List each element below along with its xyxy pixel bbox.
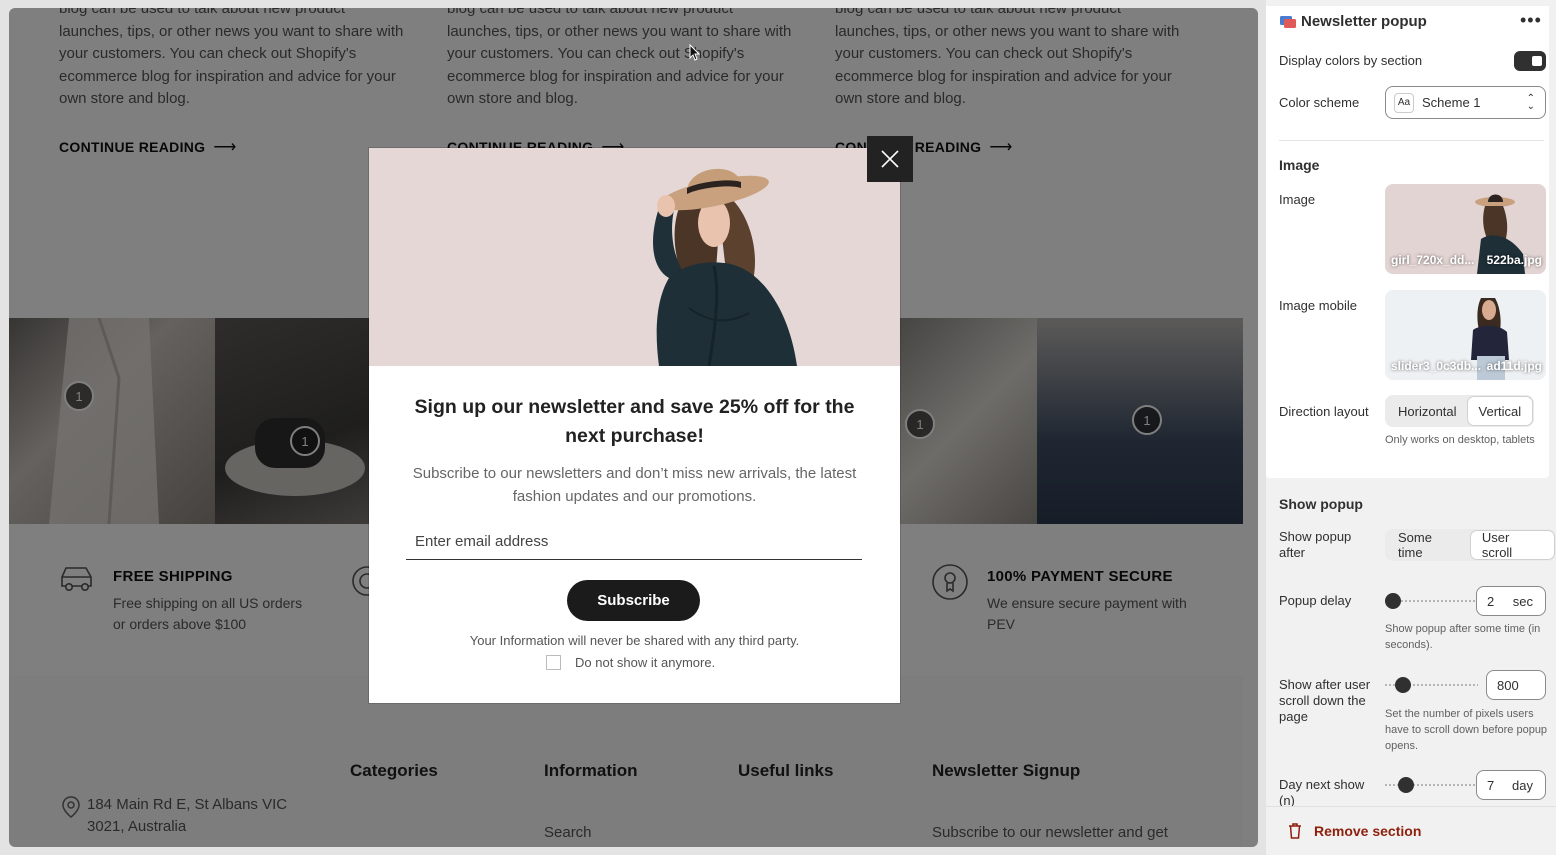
day-next-show-value: 7 (1487, 777, 1495, 793)
popup-title: Sign up our newsletter and save 25% off … (414, 396, 855, 447)
remove-section-button[interactable]: Remove section (1288, 823, 1421, 839)
privacy-note: Your Information will never be shared wi… (469, 633, 800, 648)
show-after-option-user-scroll[interactable]: User scroll (1470, 530, 1554, 560)
display-colors-toggle[interactable] (1514, 51, 1546, 71)
scroll-distance-label: Show after user scroll down the page (1279, 677, 1371, 724)
woman-with-hat-illustration (369, 148, 900, 366)
newsletter-popup: Sign up our newsletter and save 25% off … (369, 148, 900, 703)
popup-section-icon (1280, 16, 1296, 28)
subscribe-button[interactable]: Subscribe (567, 580, 700, 621)
show-popup-section-heading: Show popup (1279, 496, 1363, 512)
dont-show-option[interactable]: Do not show it anymore. (546, 655, 715, 670)
image-filename-start: girl_720x_dd... (1391, 253, 1475, 267)
show-after-option-some-time[interactable]: Some time (1387, 530, 1471, 560)
scroll-distance-input[interactable]: 800 (1486, 670, 1546, 700)
image-mobile-picker[interactable]: slider3_0c3db... ad11d.jpg (1385, 290, 1546, 380)
section-settings-panel: Newsletter popup ••• Display colors by s… (1266, 0, 1556, 855)
popup-delay-value: 2 (1487, 593, 1495, 609)
popup-delay-unit: sec (1512, 593, 1533, 609)
popup-close-button[interactable] (867, 136, 913, 182)
email-field-wrapper (406, 524, 862, 560)
dont-show-label: Do not show it anymore. (575, 655, 716, 670)
panel-title: Newsletter popup (1301, 13, 1427, 30)
scroll-distance-slider[interactable] (1385, 677, 1478, 693)
scroll-distance-hint: Set the number of pixels users have to s… (1385, 708, 1548, 752)
color-scheme-label: Color scheme (1279, 95, 1360, 110)
popup-delay-label: Popup delay (1279, 593, 1352, 608)
popup-subtitle: Subscribe to our newsletters and don’t m… (412, 465, 857, 505)
trash-icon (1289, 823, 1301, 839)
image-mobile-filename-end: ad11d.jpg (1486, 359, 1542, 373)
day-next-show-input[interactable]: 7 day (1476, 770, 1546, 800)
show-popup-after-label: Show popup after (1279, 529, 1352, 560)
scroll-distance-value: 800 (1497, 677, 1519, 693)
image-mobile-filename-start: slider3_0c3db... (1391, 359, 1482, 373)
slider-knob[interactable] (1398, 777, 1414, 793)
direction-layout-label: Direction layout (1279, 404, 1369, 419)
popup-delay-input[interactable]: 2 sec (1476, 586, 1546, 616)
color-scheme-select[interactable]: Aa Scheme 1 ⌃ ⌄ (1385, 86, 1546, 119)
select-arrows-icon: ⌃ ⌄ (1526, 92, 1535, 112)
settings-panel-card: Newsletter popup ••• Display colors by s… (1266, 6, 1549, 478)
show-popup-after-toggle: Some time User scroll (1385, 529, 1556, 561)
popup-delay-hint: Show popup after some time (in seconds). (1385, 623, 1541, 651)
image-section-heading: Image (1279, 157, 1320, 173)
image-label: Image (1279, 192, 1316, 207)
direction-option-horizontal[interactable]: Horizontal (1387, 397, 1468, 425)
mouse-cursor-icon (689, 44, 701, 61)
dont-show-checkbox[interactable] (546, 655, 561, 670)
image-mobile-label: Image mobile (1279, 298, 1358, 313)
panel-divider (1279, 140, 1544, 141)
color-scheme-swatch-icon: Aa (1394, 92, 1414, 113)
day-next-show-slider[interactable] (1385, 777, 1478, 793)
display-colors-label: Display colors by section (1279, 53, 1423, 68)
app-root: blog can be used to talk about new produ… (0, 0, 1556, 855)
image-filename-end: 522ba.jpg (1486, 253, 1542, 267)
direction-layout-hint: Only works on desktop, tablets (1385, 434, 1535, 446)
day-next-show-label: Day next show (n) (1279, 777, 1365, 808)
direction-layout-toggle: Horizontal Vertical (1385, 395, 1535, 427)
popup-hero-image (369, 148, 900, 366)
close-icon (881, 150, 899, 168)
image-mobile-filename: slider3_0c3db... ad11d.jpg (1391, 359, 1542, 373)
popup-delay-slider[interactable] (1385, 593, 1478, 609)
image-picker[interactable]: girl_720x_dd... 522ba.jpg (1385, 184, 1546, 274)
slider-knob[interactable] (1395, 677, 1411, 693)
remove-section-label: Remove section (1314, 823, 1422, 839)
email-input[interactable] (406, 524, 862, 559)
image-filename: girl_720x_dd... 522ba.jpg (1391, 253, 1542, 267)
day-next-show-unit: day (1512, 777, 1533, 793)
slider-knob[interactable] (1385, 593, 1401, 609)
direction-option-vertical[interactable]: Vertical (1467, 397, 1533, 425)
more-options-icon[interactable]: ••• (1520, 10, 1542, 31)
color-scheme-value: Scheme 1 (1422, 95, 1481, 110)
